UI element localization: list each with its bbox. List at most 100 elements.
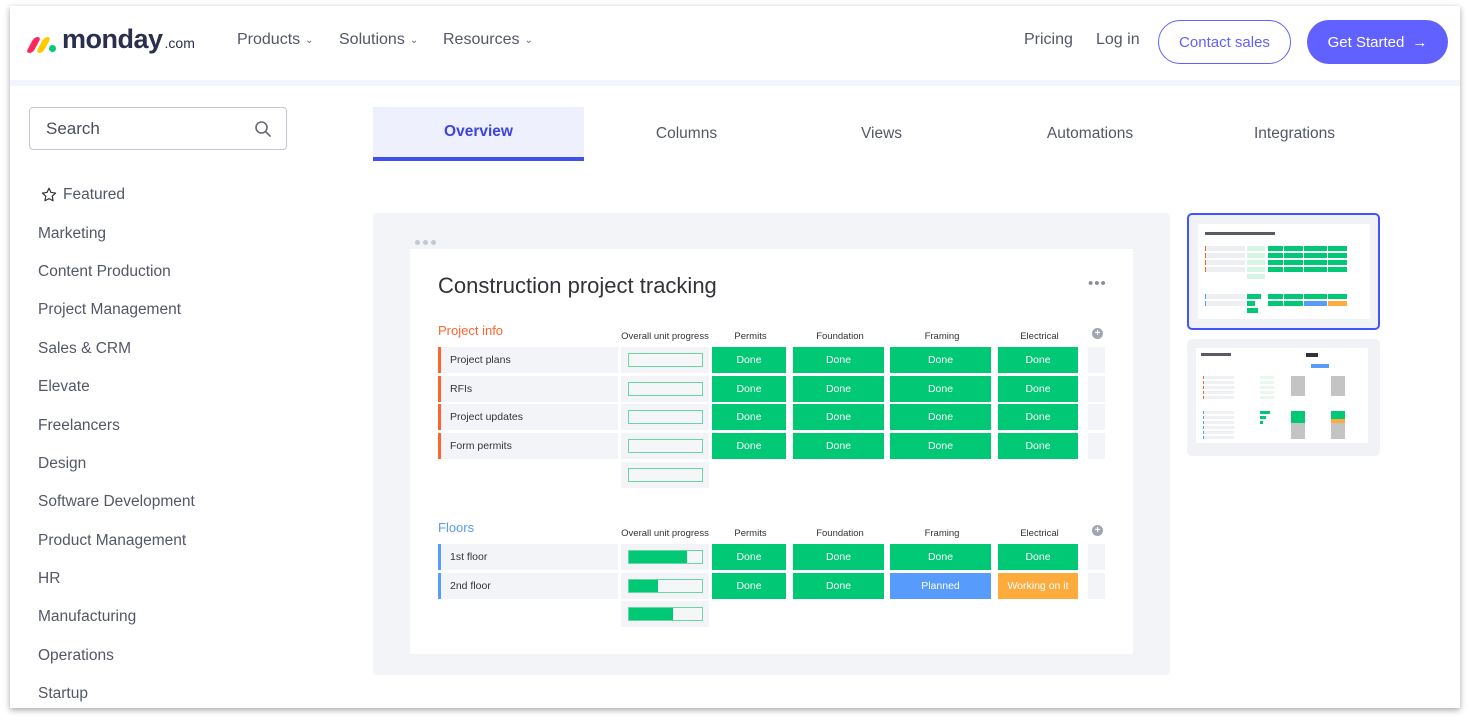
thumbnail-shape: [1203, 411, 1204, 414]
sidebar-item-sales-crm[interactable]: Sales & CRM: [38, 330, 195, 368]
status-cell[interactable]: Planned: [890, 572, 991, 599]
row-end-cell: [1088, 433, 1105, 460]
thumbnail-shape: [1291, 423, 1305, 439]
status-cell[interactable]: Done: [890, 433, 991, 460]
sidebar-item-manufacturing[interactable]: Manufacturing: [38, 598, 195, 636]
status-cell[interactable]: Done: [712, 404, 786, 431]
thumbnail-shape: [1204, 386, 1234, 389]
status-cell[interactable]: Done: [793, 347, 884, 373]
sidebar-item-label: Elevate: [38, 378, 90, 396]
tab-automations[interactable]: Automations: [974, 107, 1206, 161]
status-cell[interactable]: Done: [890, 544, 991, 570]
status-cell[interactable]: Done: [712, 433, 786, 460]
sidebar-item-content-production[interactable]: Content Production: [38, 253, 195, 291]
sidebar-item-marketing[interactable]: Marketing: [38, 214, 195, 252]
sidebar-item-freelancers[interactable]: Freelancers: [38, 406, 195, 444]
add-column-icon[interactable]: +: [1092, 328, 1103, 339]
thumbnail-shape: [1203, 386, 1204, 389]
thumbnail-shape: [1204, 416, 1234, 419]
thumbnail-shape: [1331, 411, 1345, 419]
thumbnail-shape: [1268, 267, 1283, 272]
item-name[interactable]: 2nd floor: [438, 572, 618, 599]
status-cell[interactable]: Done: [890, 347, 991, 373]
status-cell[interactable]: Done: [712, 347, 786, 373]
thumbnail-shape: [1284, 246, 1303, 251]
tab-views[interactable]: Views: [789, 107, 974, 161]
status-cell[interactable]: Done: [793, 404, 884, 431]
status-cell[interactable]: Working on it: [998, 572, 1078, 599]
nav-solutions-label: Solutions: [339, 31, 405, 48]
search-input[interactable]: [46, 118, 246, 139]
thumbnail-shape: [1201, 353, 1231, 356]
status-cell[interactable]: Done: [998, 347, 1078, 373]
row-end-cell: [1088, 375, 1105, 402]
group-title[interactable]: Floors: [438, 520, 474, 535]
tab-overview[interactable]: Overview: [373, 107, 584, 161]
search-field[interactable]: [29, 107, 287, 150]
thumbnail-shape: [1306, 353, 1318, 357]
group-title[interactable]: Project info: [438, 323, 503, 338]
thumbnail-shape: [1331, 423, 1345, 439]
sidebar-item-startup[interactable]: Startup: [38, 675, 195, 708]
tab-columns[interactable]: Columns: [584, 107, 789, 161]
nav-resources[interactable]: Resources ⌄: [443, 31, 533, 49]
nav-products[interactable]: Products ⌄: [237, 31, 314, 49]
status-cell[interactable]: Done: [890, 375, 991, 402]
monday-logo[interactable]: monday .com: [25, 25, 195, 53]
status-cell[interactable]: Done: [793, 572, 884, 599]
item-name[interactable]: Form permits: [438, 433, 618, 460]
more-horizontal-icon[interactable]: •••: [1088, 275, 1107, 292]
sidebar-item-software-development[interactable]: Software Development: [38, 483, 195, 521]
thumbnail-shape: [1203, 416, 1204, 419]
thumbnail-project-details[interactable]: [1187, 339, 1380, 456]
brand-suffix: .com: [164, 35, 195, 51]
sidebar-item-project-management[interactable]: Project Management: [38, 291, 195, 329]
nav-solutions[interactable]: Solutions ⌄: [339, 31, 418, 49]
thumbnail-shape: [1268, 301, 1283, 306]
sidebar-item-design[interactable]: Design: [38, 445, 195, 483]
item-name[interactable]: Project plans: [438, 347, 618, 373]
sidebar-item-featured[interactable]: Featured: [38, 176, 195, 214]
summary-progress-cell: [621, 601, 709, 628]
thumbnail-shape: [1205, 253, 1245, 258]
thumbnail-shape: [1260, 381, 1274, 384]
status-cell[interactable]: Done: [712, 375, 786, 402]
add-column-icon[interactable]: +: [1092, 525, 1103, 536]
thumbnail-shape: [1204, 381, 1234, 384]
thumbnail-construction-tracking[interactable]: [1187, 213, 1380, 330]
sidebar-item-product-management[interactable]: Product Management: [38, 522, 195, 560]
item-name[interactable]: RFIs: [438, 375, 618, 402]
nav-pricing[interactable]: Pricing: [1024, 31, 1073, 49]
thumbnail-shape: [1247, 274, 1265, 279]
nav-login[interactable]: Log in: [1096, 31, 1140, 49]
status-cell[interactable]: Done: [793, 375, 884, 402]
thumbnail-shape: [1205, 301, 1245, 306]
contact-sales-button[interactable]: Contact sales: [1158, 20, 1291, 64]
status-cell[interactable]: Done: [712, 572, 786, 599]
thumbnail-shape: [1311, 364, 1329, 368]
progress-cell: [621, 347, 709, 373]
status-cell[interactable]: Done: [793, 433, 884, 460]
status-cell[interactable]: Done: [998, 404, 1078, 431]
thumbnail-shape: [1284, 253, 1303, 258]
tab-integrations[interactable]: Integrations: [1206, 107, 1383, 161]
thumbnail-shape: [1204, 391, 1234, 394]
item-name[interactable]: 1st floor: [438, 544, 618, 570]
status-cell[interactable]: Done: [793, 544, 884, 570]
thumbnail-shape: [1260, 386, 1274, 389]
status-cell[interactable]: Done: [712, 544, 786, 570]
column-header: Framing: [924, 528, 960, 539]
sidebar-item-hr[interactable]: HR: [38, 560, 195, 598]
status-cell[interactable]: Done: [998, 544, 1078, 570]
status-cell[interactable]: Done: [998, 375, 1078, 402]
thumbnail-shape: [1247, 260, 1265, 265]
board: Construction project tracking ••• Projec…: [410, 249, 1133, 654]
search-icon[interactable]: [254, 120, 272, 138]
get-started-button[interactable]: Get Started →: [1307, 20, 1448, 64]
status-cell[interactable]: Done: [890, 404, 991, 431]
item-name[interactable]: Project updates: [438, 404, 618, 431]
thumbnail-shape: [1204, 436, 1234, 439]
status-cell[interactable]: Done: [998, 433, 1078, 460]
sidebar-item-elevate[interactable]: Elevate: [38, 368, 195, 406]
sidebar-item-operations[interactable]: Operations: [38, 637, 195, 675]
